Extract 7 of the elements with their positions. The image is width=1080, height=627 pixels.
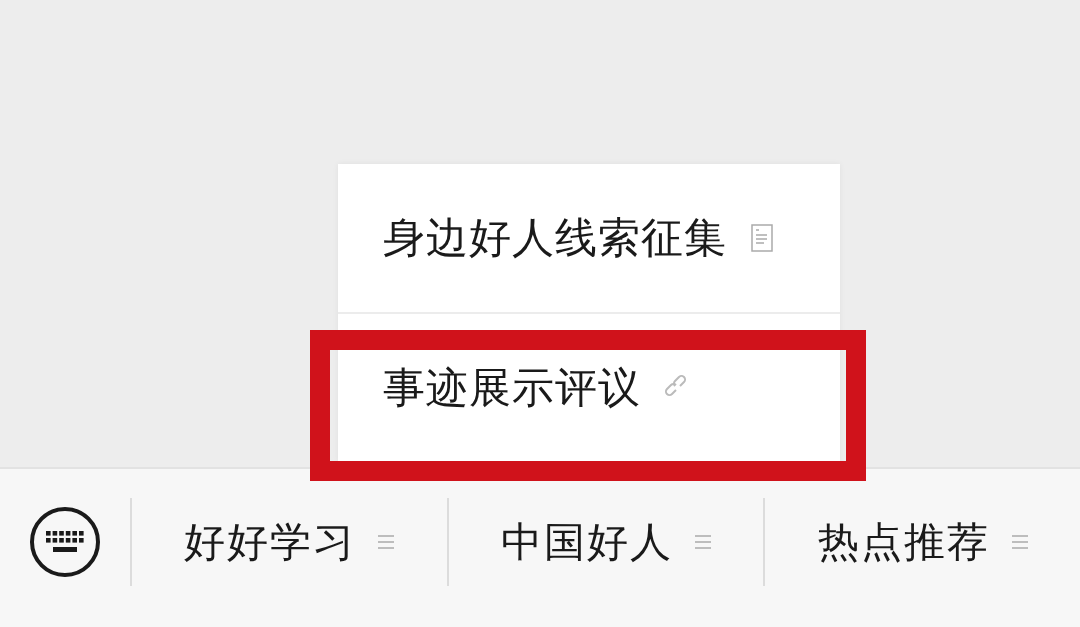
- keyboard-icon: [29, 506, 101, 578]
- menu-bar-item[interactable]: 热点推荐: [763, 498, 1080, 586]
- document-icon: [751, 224, 773, 252]
- popup-menu-item[interactable]: 身边好人线索征集: [338, 164, 840, 312]
- menu-bar-item[interactable]: 好好学习: [130, 498, 447, 586]
- menu-bar-item[interactable]: 中国好人: [446, 498, 764, 586]
- popup-menu-item[interactable]: 事迹展示评议: [338, 312, 840, 462]
